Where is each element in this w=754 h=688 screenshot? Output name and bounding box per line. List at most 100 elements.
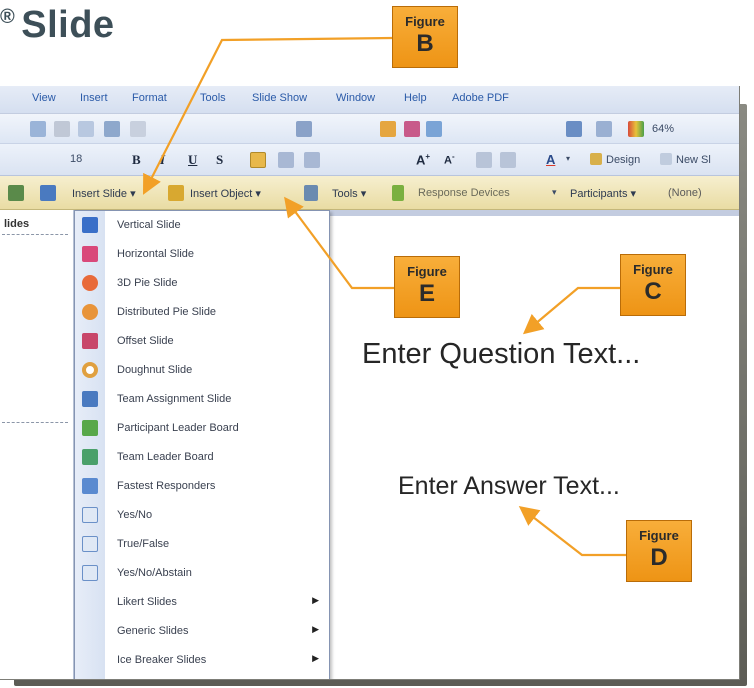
pane-divider (2, 234, 68, 235)
menu-item-yes-no[interactable]: Yes/No (75, 501, 329, 530)
turningpoint-icon[interactable] (8, 185, 24, 201)
participants-button[interactable]: Participants ▾ (570, 187, 636, 200)
menu-item-vertical-slide[interactable]: Vertical Slide (75, 211, 329, 240)
expand-all-icon[interactable] (566, 121, 582, 137)
callout-figure-b: Figure B (392, 6, 458, 68)
menu-item-label: Team Assignment Slide (117, 393, 232, 405)
menu-item-yes-no-abstain[interactable]: Yes/No/Abstain (75, 559, 329, 588)
increase-indent-icon[interactable] (500, 152, 516, 168)
menu-item-label: Ice Breaker Slides (117, 654, 207, 666)
underline-button[interactable]: U (188, 152, 197, 168)
menu-item-fastest-responders[interactable]: Fastest Responders (75, 472, 329, 501)
menu-item-label: Likert Slides (117, 596, 177, 608)
new-slide-icon (660, 153, 672, 165)
callout-letter: D (650, 544, 668, 571)
align-left-icon[interactable] (250, 152, 266, 168)
participant-leader-board-icon (82, 420, 98, 436)
submenu-arrow-icon: ▶ (312, 654, 319, 664)
insert-chart-icon[interactable] (380, 121, 396, 137)
menu-item-participant-leader-board[interactable]: Participant Leader Board (75, 414, 329, 443)
question-text-placeholder[interactable]: Enter Question Text... (362, 338, 640, 371)
doughnut-chart-icon (82, 362, 98, 378)
menu-item-doughnut-slide[interactable]: Doughnut Slide (75, 356, 329, 385)
callout-figure-d: Figure D (626, 520, 692, 582)
slide-thumbnail-line (2, 422, 68, 423)
menu-adobe-pdf[interactable]: Adobe PDF (452, 92, 509, 104)
menu-item-label: Vertical Slide (117, 219, 181, 231)
response-devices-icon (392, 185, 404, 201)
menu-item-label: Yes/No (117, 509, 153, 521)
decrease-indent-icon[interactable] (476, 152, 492, 168)
menu-item-label: Participant Leader Board (117, 422, 239, 434)
italic-button[interactable]: I (160, 152, 165, 168)
insert-object-icon (168, 185, 184, 201)
callout-figure-c: Figure C (620, 254, 686, 316)
print-icon[interactable] (30, 121, 46, 137)
menu-item-horizontal-slide[interactable]: Horizontal Slide (75, 240, 329, 269)
turningpoint-logo-icon[interactable] (40, 185, 56, 201)
callout-letter: E (418, 280, 435, 307)
yes-no-abstain-icon (82, 565, 98, 581)
undo-icon[interactable] (296, 121, 312, 137)
align-right-icon[interactable] (304, 152, 320, 168)
slides-tab[interactable]: lides (4, 218, 29, 230)
menu-item-true-false[interactable]: True/False (75, 530, 329, 559)
insert-object-button[interactable]: Insert Object ▾ (190, 187, 261, 200)
insert-table-icon[interactable] (404, 121, 420, 137)
increase-font-button[interactable]: A+ (416, 152, 430, 167)
menu-item-offset-slide[interactable]: Offset Slide (75, 327, 329, 356)
grid-icon[interactable] (596, 121, 612, 137)
answer-text-placeholder[interactable]: Enter Answer Text... (398, 472, 620, 501)
callout-letter: B (416, 30, 434, 57)
menu-item-3d-pie-slide[interactable]: 3D Pie Slide (75, 269, 329, 298)
tables-borders-icon[interactable] (426, 121, 442, 137)
menu-item-label: Distributed Pie Slide (117, 306, 217, 318)
font-size-field[interactable]: 18 (70, 153, 82, 165)
design-icon (590, 153, 602, 165)
menu-window[interactable]: Window (336, 92, 375, 104)
menu-item-likert-slides[interactable]: Likert Slides ▶ (75, 588, 329, 617)
shadow-button[interactable]: S (216, 152, 223, 168)
submenu-arrow-icon: ▶ (312, 625, 319, 635)
powerpoint-window: View Insert Format Tools Slide Show Wind… (0, 86, 740, 680)
team-assignment-icon (82, 391, 98, 407)
tools-button[interactable]: Tools ▾ (332, 187, 366, 200)
menu-item-ice-breaker-slides[interactable]: Ice Breaker Slides ▶ (75, 646, 329, 675)
menu-item-label: Team Leader Board (117, 451, 214, 463)
menu-tools[interactable]: Tools (200, 92, 226, 104)
spelling-icon[interactable] (104, 121, 120, 137)
menu-item-label: Doughnut Slide (117, 364, 193, 376)
align-center-icon[interactable] (278, 152, 294, 168)
menu-item-team-leader-board[interactable]: Team Leader Board (75, 443, 329, 472)
cut-icon[interactable] (54, 121, 70, 137)
copy-icon[interactable] (78, 121, 94, 137)
menu-item-generic-slides[interactable]: Generic Slides ▶ (75, 617, 329, 646)
menu-item-team-assignment-slide[interactable]: Team Assignment Slide (75, 385, 329, 414)
menu-item-label: 3D Pie Slide (117, 277, 178, 289)
callout-word: Figure (405, 14, 445, 29)
callout-word: Figure (407, 264, 447, 279)
menu-insert[interactable]: Insert (80, 92, 108, 104)
menu-help[interactable]: Help (404, 92, 427, 104)
font-color-button[interactable]: A (546, 152, 555, 167)
new-slide-button[interactable]: New Sl (676, 154, 711, 166)
menu-item-label: True/False (117, 538, 170, 550)
research-icon[interactable] (130, 121, 146, 137)
decrease-font-button[interactable]: A- (444, 152, 455, 167)
menu-item-distributed-pie-slide[interactable]: Distributed Pie Slide (75, 298, 329, 327)
menu-item-label: Yes/No/Abstain (117, 567, 192, 579)
insert-slide-button[interactable]: Insert Slide ▾ (72, 187, 136, 200)
response-devices-button[interactable]: Response Devices (418, 187, 510, 199)
zoom-level[interactable]: 64% (652, 123, 674, 135)
response-devices-dropdown-icon[interactable]: ▾ (552, 187, 557, 198)
design-button[interactable]: Design (606, 154, 640, 166)
menu-slide-show[interactable]: Slide Show (252, 92, 307, 104)
menu-view[interactable]: View (32, 92, 56, 104)
pie-3d-chart-icon (82, 275, 98, 291)
color-grayscale-icon[interactable] (628, 121, 644, 137)
offset-chart-icon (82, 333, 98, 349)
menu-bar: View Insert Format Tools Slide Show Wind… (0, 86, 739, 114)
bold-button[interactable]: B (132, 152, 141, 168)
font-color-dropdown-icon[interactable]: ▾ (566, 154, 570, 163)
menu-format[interactable]: Format (132, 92, 167, 104)
